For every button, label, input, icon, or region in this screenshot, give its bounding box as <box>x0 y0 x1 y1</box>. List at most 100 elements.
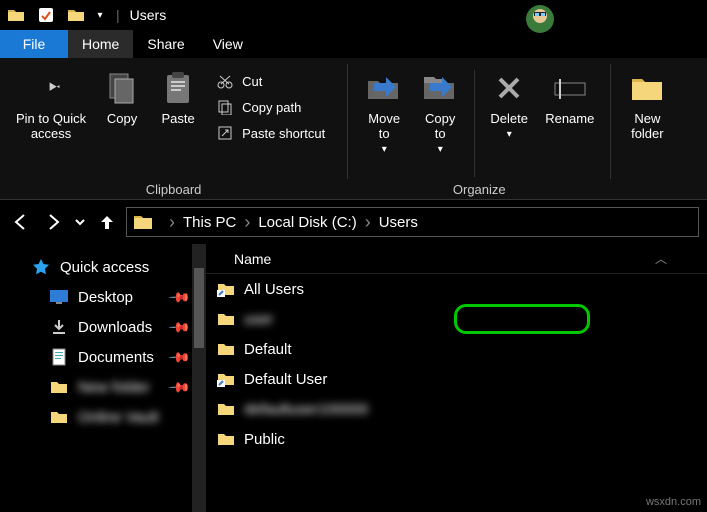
ribbon: Pin to Quick access Copy Paste Cut <box>0 58 707 200</box>
rename-icon <box>550 68 590 108</box>
file-list: Name ︿ All Users user Default Default <box>206 244 707 512</box>
column-header-name[interactable]: Name ︿ <box>206 244 707 274</box>
sidebar-item-label: Online Vault <box>78 409 159 426</box>
sidebar-item-label: Downloads <box>78 319 152 336</box>
address-bar[interactable]: › This PC › Local Disk (C:) › Users <box>126 207 699 237</box>
separator: | <box>116 7 120 23</box>
delete-button[interactable]: Delete ▾ <box>481 64 537 197</box>
pin-to-quick-access-button[interactable]: Pin to Quick access <box>8 64 94 197</box>
pin-icon <box>31 68 71 108</box>
list-item[interactable]: defaultuser100000 <box>206 394 707 424</box>
move-to-icon <box>364 68 404 108</box>
copy-path-button[interactable]: Copy path <box>210 94 331 120</box>
file-name: All Users <box>244 281 304 298</box>
downloads-icon <box>48 319 70 335</box>
paste-button[interactable]: Paste <box>150 64 206 197</box>
folder-icon <box>216 429 236 449</box>
copy-path-icon <box>216 99 234 115</box>
cut-button[interactable]: Cut <box>210 68 331 94</box>
file-name: defaultuser100000 <box>244 401 368 418</box>
sidebar-item-label: New folder <box>78 379 150 396</box>
documents-icon <box>48 348 70 366</box>
folder-icon <box>4 3 28 27</box>
watermark: wsxdn.com <box>646 496 701 508</box>
back-button[interactable] <box>8 209 34 235</box>
file-name: Default <box>244 341 292 358</box>
quick-access[interactable]: Quick access <box>0 252 206 282</box>
copy-to-icon <box>420 68 460 108</box>
pin-icon: 📌 <box>167 345 191 369</box>
list-item[interactable]: All Users <box>206 274 707 304</box>
chevron-right-icon[interactable]: › <box>365 212 371 233</box>
folder-icon <box>216 309 236 329</box>
tab-file[interactable]: File <box>0 30 68 58</box>
sidebar-item-label: Quick access <box>60 259 149 276</box>
sidebar-item-downloads[interactable]: Downloads 📌 <box>0 312 206 342</box>
titlebar: ▾ | Users <box>0 0 707 30</box>
file-name: user <box>244 311 273 328</box>
star-icon <box>30 258 52 276</box>
crumb-this-pc[interactable]: This PC <box>183 214 236 231</box>
scrollbar[interactable] <box>192 244 206 512</box>
folder-icon <box>133 213 153 231</box>
sort-indicator-icon: ︿ <box>655 250 667 267</box>
copy-icon <box>102 68 142 108</box>
sidebar-item-label: Desktop <box>78 289 133 306</box>
tab-view[interactable]: View <box>199 30 257 58</box>
list-item[interactable]: Default User <box>206 364 707 394</box>
sidebar-item-folder[interactable]: New folder 📌 <box>0 372 206 402</box>
properties-icon[interactable] <box>34 3 58 27</box>
avatar <box>523 2 557 36</box>
paste-icon <box>158 68 198 108</box>
window-title: Users <box>130 7 167 23</box>
group-label-organize: Organize <box>348 182 610 197</box>
tab-share[interactable]: Share <box>133 30 198 58</box>
body: Quick access Desktop 📌 Downloads 📌 Docum… <box>0 244 707 512</box>
chevron-right-icon[interactable]: › <box>244 212 250 233</box>
sidebar-item-folder[interactable]: Online Vault <box>0 402 206 432</box>
desktop-icon <box>48 290 70 304</box>
delete-icon <box>489 68 529 108</box>
address-row: › This PC › Local Disk (C:) › Users <box>0 200 707 244</box>
sidebar-item-documents[interactable]: Documents 📌 <box>0 342 206 372</box>
folder-icon <box>216 339 236 359</box>
crumb-local-disk[interactable]: Local Disk (C:) <box>258 214 356 231</box>
menubar: File Home Share View <box>0 30 707 58</box>
group-label-clipboard: Clipboard <box>0 182 347 197</box>
folder-icon <box>216 399 236 419</box>
sidebar-item-desktop[interactable]: Desktop 📌 <box>0 282 206 312</box>
new-folder-button[interactable]: New folder <box>619 64 675 197</box>
chevron-down-icon: ▾ <box>438 144 443 155</box>
paste-shortcut-button[interactable]: Paste shortcut <box>210 120 331 146</box>
recent-locations-button[interactable] <box>72 209 88 235</box>
pin-icon: 📌 <box>167 285 191 309</box>
copy-button[interactable]: Copy <box>94 64 150 197</box>
rename-button[interactable]: Rename <box>537 64 602 197</box>
folder-icon <box>48 380 70 394</box>
folder-shortcut-icon <box>216 279 236 299</box>
copy-to-button[interactable]: Copy to ▾ <box>412 64 468 197</box>
list-item[interactable]: Default <box>206 334 707 364</box>
nav-pane: Quick access Desktop 📌 Downloads 📌 Docum… <box>0 244 206 512</box>
list-item[interactable]: user <box>206 304 707 334</box>
dropdown-icon[interactable]: ▾ <box>94 3 106 27</box>
file-name: Public <box>244 431 285 448</box>
crumb-users[interactable]: Users <box>379 214 418 231</box>
sidebar-item-label: Documents <box>78 349 154 366</box>
file-name: Default User <box>244 371 327 388</box>
scrollbar-thumb[interactable] <box>194 268 204 348</box>
folder-icon <box>48 410 70 424</box>
tab-home[interactable]: Home <box>68 30 133 58</box>
forward-button[interactable] <box>40 209 66 235</box>
pin-icon: 📌 <box>167 315 191 339</box>
folder-icon-2 <box>64 3 88 27</box>
chevron-right-icon[interactable]: › <box>169 212 175 233</box>
new-folder-icon <box>627 68 667 108</box>
pin-icon: 📌 <box>167 375 191 399</box>
move-to-button[interactable]: Move to ▾ <box>356 64 412 197</box>
chevron-down-icon: ▾ <box>507 129 512 140</box>
up-button[interactable] <box>94 209 120 235</box>
chevron-down-icon: ▾ <box>382 144 387 155</box>
list-item[interactable]: Public <box>206 424 707 454</box>
paste-shortcut-icon <box>216 125 234 141</box>
